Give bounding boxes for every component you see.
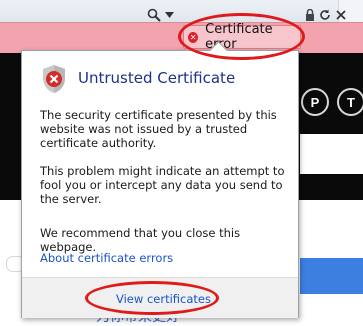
circle-button-t[interactable]: T xyxy=(337,88,363,116)
popup-title: Untrusted Certificate xyxy=(78,69,236,87)
refresh-icon[interactable] xyxy=(318,6,332,24)
circle-button-p[interactable]: P xyxy=(301,88,329,116)
view-certificates-link[interactable]: View certificates xyxy=(116,292,211,306)
popup-footer: View certificates xyxy=(22,277,298,318)
lock-icon[interactable] xyxy=(303,6,317,24)
chevron-down-icon[interactable] xyxy=(163,6,175,24)
certificate-error-button[interactable]: ✕ Certificate error xyxy=(183,22,301,52)
search-icon[interactable] xyxy=(146,6,162,24)
popup-paragraph-2: This problem might indicate an attempt t… xyxy=(40,164,285,206)
blue-button[interactable] xyxy=(300,258,363,294)
popup-paragraph-3: We recommend that you close this webpage… xyxy=(40,226,241,254)
certificate-popup: Untrusted Certificate The security certi… xyxy=(21,41,299,318)
close-icon[interactable] xyxy=(334,6,348,24)
shield-error-icon xyxy=(41,64,67,94)
popup-paragraph-1: The security certificate presented by th… xyxy=(40,108,277,150)
about-certificate-errors-link[interactable]: About certificate errors xyxy=(40,251,173,265)
search-box[interactable] xyxy=(300,134,363,174)
error-x-icon: ✕ xyxy=(188,31,199,43)
